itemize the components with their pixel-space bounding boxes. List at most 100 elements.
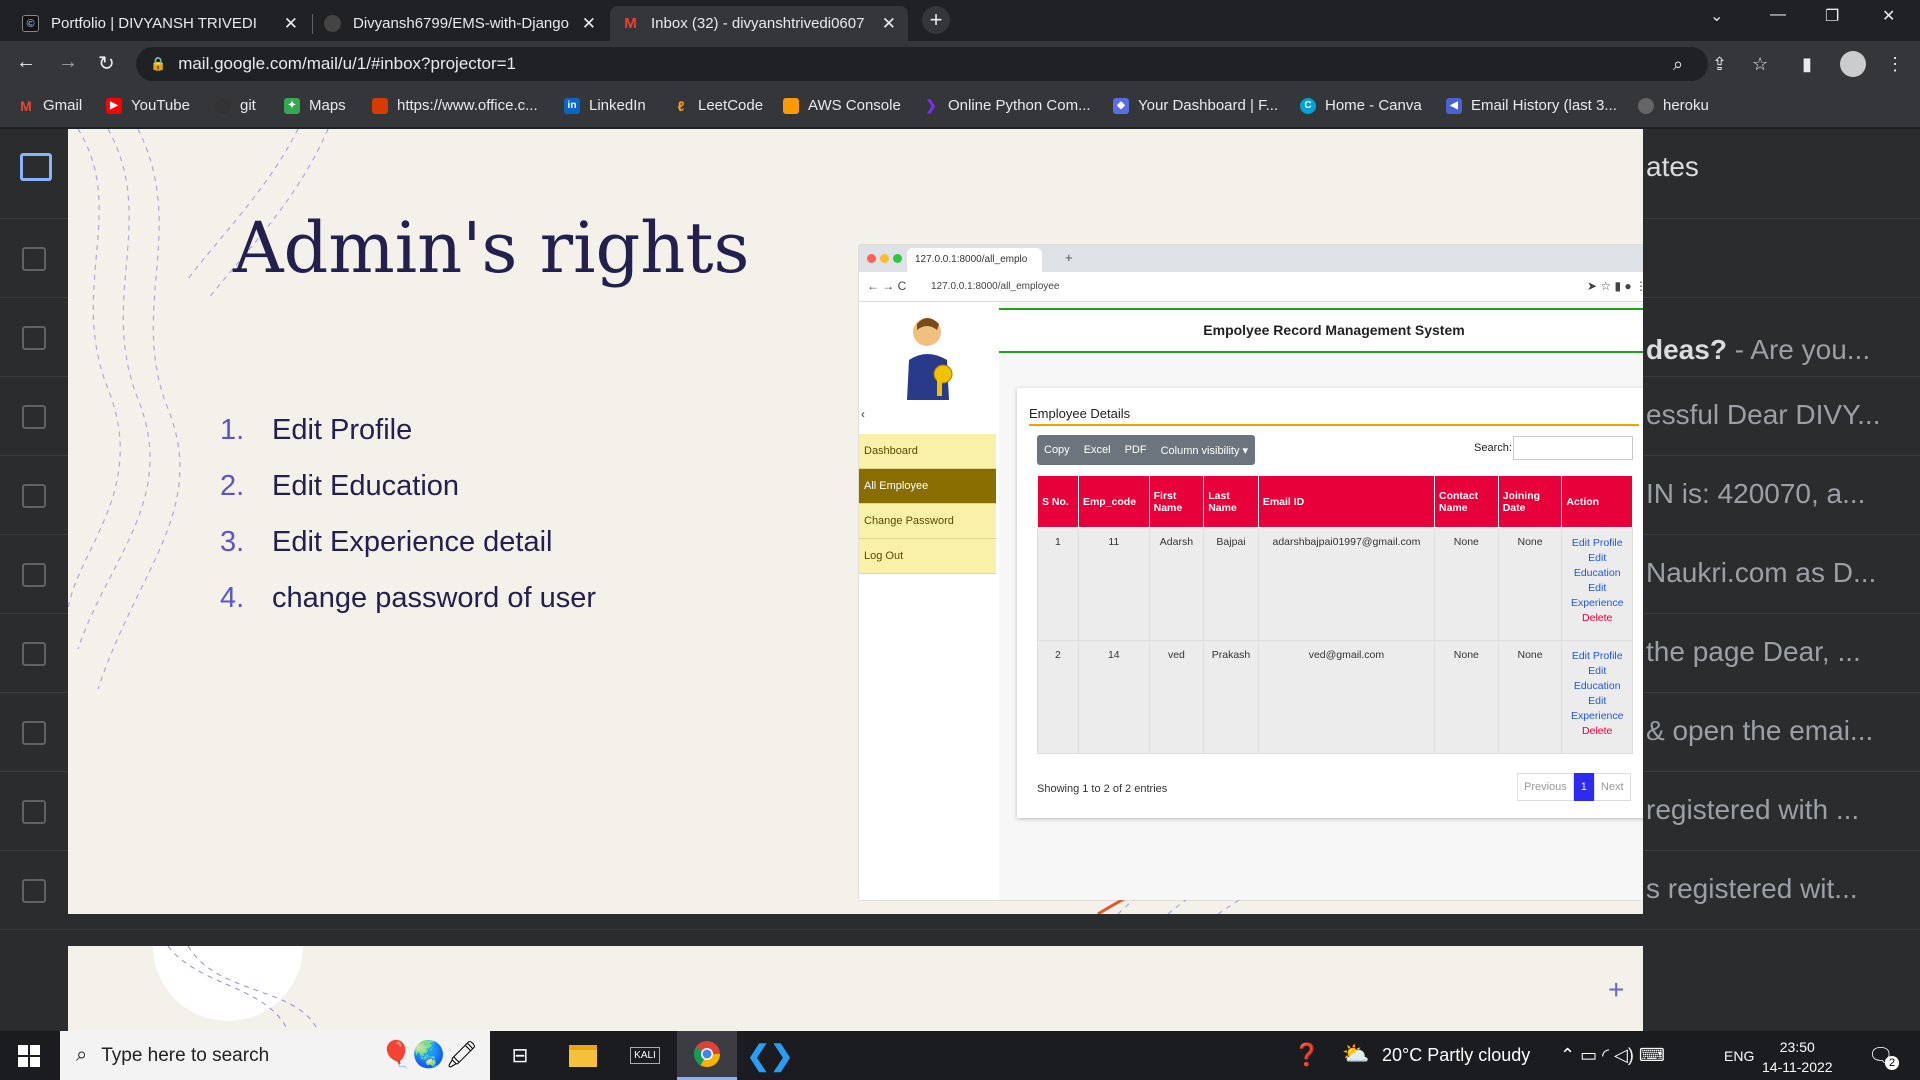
column-header: Contact Name (1434, 475, 1499, 528)
bookmark-aws[interactable]: AWS Console (783, 97, 901, 114)
embedded-header: Empolyee Record Management System (999, 308, 1643, 353)
address-bar[interactable]: 🔒 mail.google.com/mail/u/1/#inbox?projec… (136, 47, 1708, 81)
row-checkbox[interactable] (22, 879, 46, 903)
row-checkbox[interactable] (22, 247, 46, 271)
bookmark-linkedin[interactable]: in LinkedIn (564, 97, 646, 114)
close-window-icon[interactable]: ✕ (1882, 6, 1895, 26)
embedded-toolbar: ← → C 127.0.0.1:8000/all_employee ➤ ☆ ▮ … (859, 272, 1643, 302)
bookmark-youtube[interactable]: ▶ YouTube (106, 97, 190, 114)
row-checkbox[interactable] (22, 642, 46, 666)
embedded-back-icon: ← → C (867, 279, 907, 293)
back-icon[interactable]: ← (16, 51, 36, 74)
close-tab-icon[interactable]: ✕ (284, 14, 298, 34)
lock-icon: 🔒 (150, 56, 167, 71)
side-panel-icon[interactable]: ▮ (1802, 54, 1812, 75)
embedded-new-tab-icon: + (1065, 250, 1073, 265)
bookmark-office[interactable]: https://www.office.c... (372, 97, 538, 114)
add-slide-icon[interactable]: + (1608, 974, 1624, 1006)
copy-button: Copy (1044, 444, 1070, 456)
close-tab-icon[interactable]: ✕ (882, 14, 896, 34)
row-checkbox[interactable] (22, 800, 46, 824)
tab-portfolio[interactable]: © Portfolio | DIVYANSH TRIVEDI ✕ (10, 6, 310, 41)
system-clock[interactable]: 23:50 14-11-2022 (1762, 1037, 1833, 1077)
maps-icon: ✦ (284, 97, 300, 114)
leetcode-icon: ℓ (677, 97, 685, 114)
windows-taskbar: ⌕ Type here to search 🎈🌏🖍 ⊟ KALI ❮❯ ❓ ⛅ … (0, 1031, 1920, 1080)
forward-icon[interactable]: → (58, 51, 78, 74)
menu-change-password: Change Password (859, 504, 996, 539)
row-checkbox[interactable] (22, 326, 46, 350)
windows-start-icon[interactable] (18, 1045, 40, 1067)
tray-icons[interactable]: ⌃ ▭ ◜ ◁) ⌨ (1560, 1045, 1665, 1066)
inbox-icon[interactable] (20, 153, 52, 181)
close-tab-icon[interactable]: ✕ (582, 14, 596, 34)
menu-dashboard: Dashboard (859, 434, 996, 469)
menu-log-out: Log Out (859, 539, 996, 574)
embedded-url: 127.0.0.1:8000/all_employee (931, 281, 1060, 292)
share-icon[interactable]: ⇪ (1712, 54, 1727, 75)
vscode-icon[interactable]: ❮❯ (740, 1031, 800, 1080)
notification-count-badge: 2 (1885, 1056, 1899, 1070)
row-checkbox[interactable] (22, 563, 46, 587)
bookmark-maps[interactable]: ✦ Maps (284, 97, 346, 114)
search-highlight-icon: 🎈🌏🖍 (380, 1039, 478, 1069)
table-row: 2 14 ved Prakash ved@gmail.com None None… (1037, 640, 1633, 754)
bookmark-git[interactable]: git (215, 97, 256, 114)
zoom-icon[interactable]: ⌕ (1673, 54, 1683, 75)
bookmark-email-history[interactable]: ◀ Email History (last 3... (1446, 97, 1617, 114)
column-header: First Name (1148, 475, 1205, 528)
search-label: Search: (1474, 442, 1512, 454)
mail-snippet: the page Dear, ... (1646, 636, 1861, 667)
language-indicator[interactable]: ENG (1724, 1048, 1754, 1064)
mail-snippet: s registered wit... (1646, 873, 1858, 904)
portfolio-favicon-icon: © (22, 15, 39, 32)
chevron-down-icon[interactable]: ⌄ (1710, 6, 1723, 26)
bookmark-leetcode[interactable]: ℓ LeetCode (673, 97, 763, 114)
bookmark-dashboard[interactable]: ◆ Your Dashboard | F... (1113, 97, 1278, 114)
task-view-icon[interactable]: ⊟ (490, 1031, 550, 1080)
browser-toolbar: ← → ↻ 🔒 mail.google.com/mail/u/1/#inbox?… (0, 41, 1920, 87)
row-checkbox[interactable] (22, 721, 46, 745)
row-checkbox[interactable] (22, 484, 46, 508)
mail-snippet: registered with ... (1646, 794, 1860, 825)
pdf-button: PDF (1124, 444, 1147, 456)
bookmark-star-icon[interactable]: ☆ (1752, 54, 1768, 75)
zoom-dot-icon (893, 254, 902, 263)
help-icon[interactable]: ❓ (1293, 1042, 1320, 1068)
column-header: Joining Date (1497, 475, 1563, 528)
mail-snippet: IN is: 420070, a... (1646, 478, 1866, 509)
new-tab-button[interactable]: + (922, 6, 950, 34)
minimize-icon[interactable]: — (1770, 6, 1786, 24)
excel-button: Excel (1083, 444, 1111, 456)
reload-icon[interactable]: ↻ (98, 51, 115, 76)
bookmarks-bar: M Gmail ▶ YouTube git ✦ Maps https://www.of… (0, 87, 1920, 128)
bookmark-gmail[interactable]: M Gmail (18, 97, 82, 114)
mail-snippet: deas? - Are you... (1646, 334, 1871, 365)
chrome-icon[interactable] (677, 1031, 737, 1080)
weather-text[interactable]: 20°C Partly cloudy (1382, 1045, 1530, 1066)
kali-terminal-icon[interactable]: KALI (615, 1031, 675, 1080)
row-checkbox[interactable] (22, 405, 46, 429)
tab-github[interactable]: Divyansh6799/EMS-with-Django ✕ (312, 6, 608, 41)
employee-table: S No. Emp_code First Name Last Name Emai… (1037, 475, 1633, 754)
bookmark-heroku[interactable]: heroku (1638, 97, 1709, 114)
file-explorer-icon[interactable] (553, 1031, 613, 1080)
menu-kebab-icon[interactable]: ⋮ (1886, 54, 1904, 75)
mail-snippet: & open the emai... (1646, 715, 1874, 746)
profile-avatar[interactable] (1840, 51, 1866, 77)
dashboard-icon: ◆ (1113, 97, 1129, 114)
weather-icon[interactable]: ⛅ (1342, 1041, 1369, 1067)
bookmark-canva[interactable]: C Home - Canva (1300, 97, 1422, 114)
gmail-icon: M (20, 97, 32, 114)
taskbar-search[interactable]: ⌕ Type here to search 🎈🌏🖍 (60, 1031, 490, 1080)
office-icon (372, 97, 388, 114)
restore-icon[interactable]: ❐ (1825, 6, 1839, 26)
embedded-search-input (1513, 436, 1633, 460)
tab-gmail[interactable]: M Inbox (32) - divyanshtrivedi0607 ✕ (610, 6, 908, 41)
bookmark-online-python[interactable]: ❯ Online Python Com... (923, 97, 1090, 114)
mail-snippet: Naukri.com as D... (1646, 557, 1877, 588)
embedded-screenshot: 127.0.0.1:8000/all_emplo + ← → C 127.0.0… (859, 245, 1643, 900)
next-slide-preview: + (68, 946, 1643, 1031)
rights-list: 1. Edit Profile 2. Edit Education 3. Edit E… (220, 414, 596, 638)
export-buttons: Copy Excel PDF Column visibility ▾ (1037, 435, 1256, 465)
